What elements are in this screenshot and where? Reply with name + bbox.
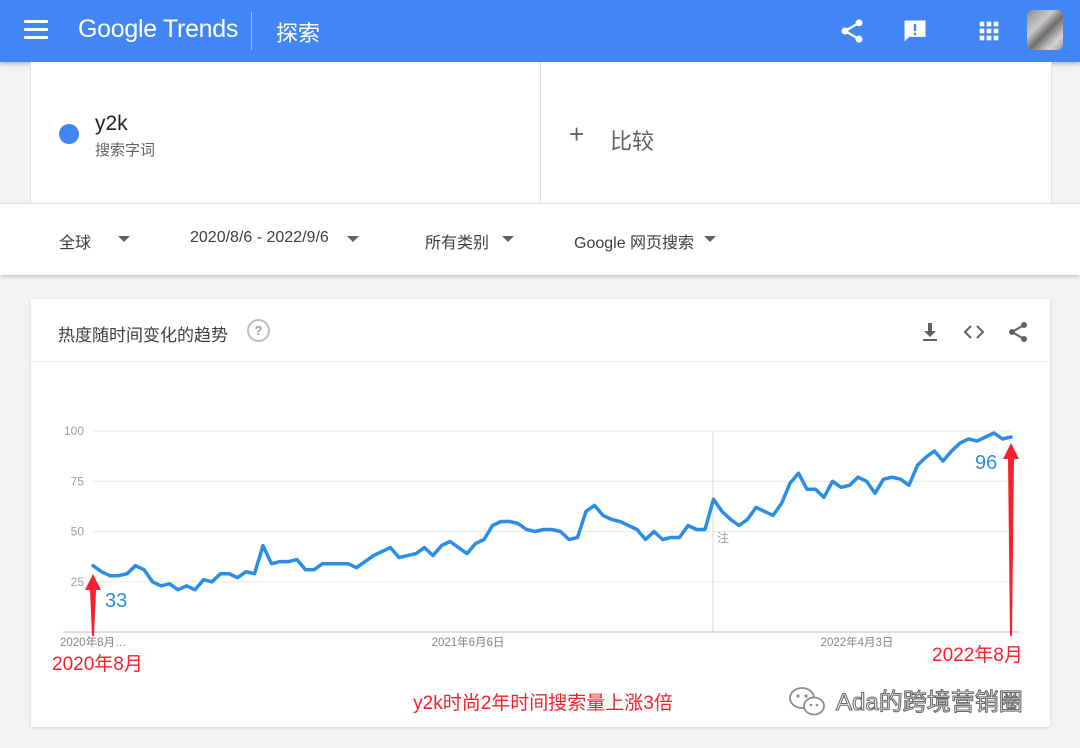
x-tick-label: 2020年8月…	[60, 635, 126, 649]
line-chart: 25 50 75 100 注 2020年8月… 2021年6月6日 2022年4月3日 3…	[52, 424, 1023, 717]
x-tick-label: 2022年4月3日	[821, 635, 894, 649]
x-tick-label: 2021年6月6日	[432, 635, 505, 649]
y-tick-label: 75	[71, 474, 85, 488]
y-tick-label: 25	[71, 575, 85, 589]
annotation-note[interactable]: 注	[717, 530, 729, 545]
y-tick-label: 100	[64, 424, 84, 438]
start-date-label: 2020年8月	[52, 653, 143, 675]
start-value-label: 33	[105, 590, 127, 612]
chart-caption: y2k时尚2年时间搜索量上涨3倍	[413, 692, 673, 714]
wechat-icon	[789, 687, 825, 716]
end-red-arrow	[1003, 443, 1019, 636]
watermark-text: Ada的跨境营销圈	[836, 689, 1023, 716]
end-value-label: 96	[975, 452, 997, 474]
end-date-label: 2022年8月	[932, 644, 1023, 666]
start-red-arrow	[85, 574, 101, 636]
y-tick-label: 50	[71, 525, 85, 539]
series-line-y2k[interactable]	[91, 431, 1013, 592]
